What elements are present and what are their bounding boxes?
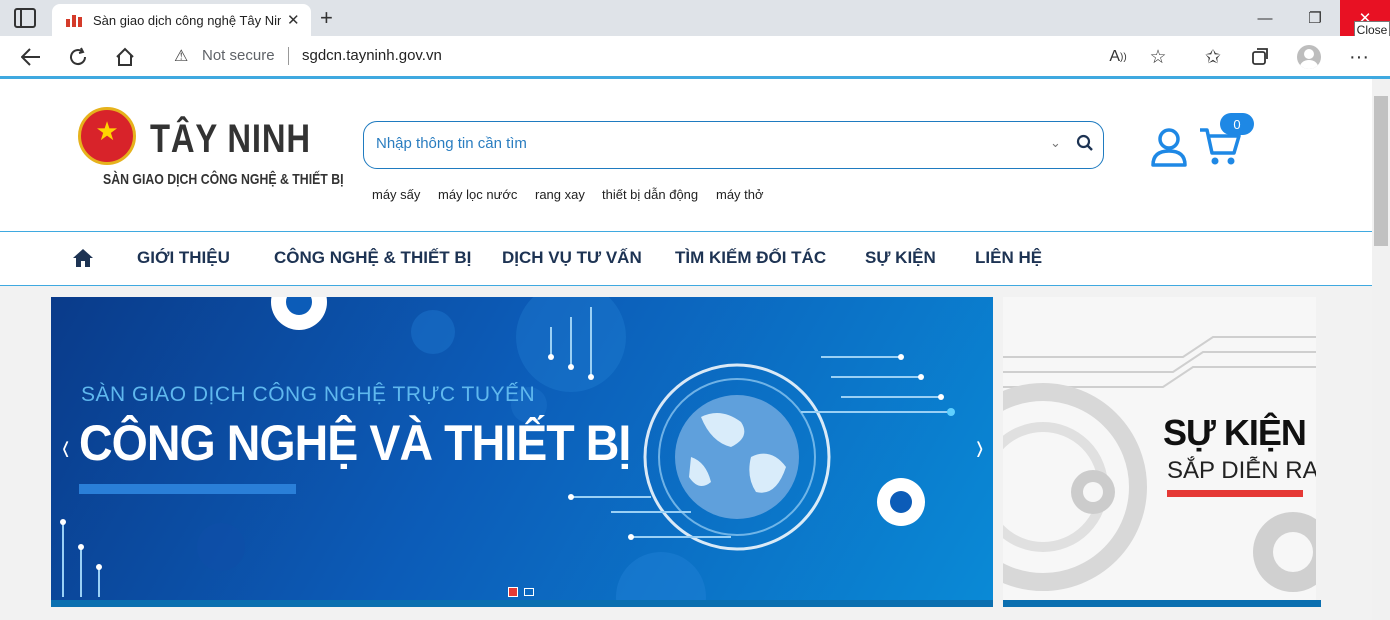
page-viewport: ★ TÂY NINH SÀN GIAO DỊCH CÔNG NGHỆ & THI… [0, 79, 1372, 620]
nav-item-about[interactable]: GIỚI THIỆU [137, 248, 230, 268]
side-banner-red-line [1167, 490, 1303, 497]
maximize-icon[interactable]: ❐ [1290, 0, 1340, 36]
logo-title[interactable]: TÂY NINH [150, 117, 311, 162]
favorites-icon[interactable]: ✩ [1200, 44, 1226, 70]
keyword-link[interactable]: máy sấy [372, 187, 420, 202]
main-content: SÀN GIAO DỊCH CÔNG NGHỆ TRỰC TUYẾN CÔNG … [0, 286, 1372, 620]
tab-title: Sàn giao dịch công nghệ Tây Ninh [93, 12, 281, 28]
carousel-prev-button[interactable]: ‹ [62, 425, 69, 470]
profile-avatar-icon[interactable] [1296, 44, 1322, 70]
back-arrow-icon[interactable] [18, 44, 44, 70]
banner-bottom-bar [51, 600, 993, 607]
more-options-icon[interactable]: ··· [1346, 44, 1372, 70]
refresh-icon[interactable] [65, 44, 91, 70]
nav-item-partners[interactable]: TÌM KIẾM ĐỐI TÁC [675, 248, 826, 268]
carousel-dot[interactable] [524, 588, 534, 596]
url-text[interactable]: sgdcn.tayninh.gov.vn [302, 47, 442, 64]
browser-tab[interactable]: Sàn giao dịch công nghệ Tây Ninh ✕ [52, 4, 311, 36]
site-favicon-icon [66, 13, 84, 27]
keyword-link[interactable]: máy thở [716, 187, 764, 202]
nav-item-events[interactable]: SỰ KIỆN [865, 248, 936, 268]
events-side-banner[interactable]: SỰ KIỆN SẮP DIỄN RA [1003, 297, 1316, 601]
search-box[interactable]: ⌄ [363, 121, 1104, 169]
nav-item-contact[interactable]: LIÊN HỆ [975, 248, 1042, 268]
tab-actions-icon-bar [20, 10, 22, 26]
side-banner-subtitle: SẮP DIỄN RA [1167, 457, 1316, 484]
warning-triangle-icon[interactable]: ⚠ [174, 46, 188, 66]
carousel-next-button[interactable]: › [976, 425, 983, 470]
address-bar[interactable]: ⚠ Not secure sgdcn.tayninh.gov.vn [156, 39, 1181, 73]
keyword-link[interactable]: máy lọc nước [438, 187, 517, 202]
national-emblem-icon[interactable]: ★ [78, 107, 136, 165]
site-header: ★ TÂY NINH SÀN GIAO DỊCH CÔNG NGHỆ & THI… [0, 79, 1372, 231]
keyword-link[interactable]: rang xay [535, 187, 585, 202]
main-navigation: GIỚI THIỆU CÔNG NGHỆ & THIẾT BỊ DỊCH VỤ … [0, 231, 1372, 286]
banner-title: CÔNG NGHỆ VÀ THIẾT BỊ [79, 415, 631, 471]
security-status[interactable]: Not secure [202, 47, 275, 64]
nav-item-consulting[interactable]: DỊCH VỤ TƯ VẤN [502, 248, 642, 268]
banner-underline [79, 484, 296, 494]
search-input[interactable] [376, 135, 1026, 152]
search-icon[interactable] [1076, 134, 1094, 157]
scrollbar-thumb[interactable] [1374, 96, 1388, 246]
hero-banner[interactable]: SÀN GIAO DỊCH CÔNG NGHỆ TRỰC TUYẾN CÔNG … [51, 297, 993, 607]
side-banner-title: SỰ KIỆN [1163, 412, 1307, 453]
cart-count-badge[interactable]: 0 [1220, 113, 1254, 135]
collections-icon[interactable] [1247, 44, 1273, 70]
address-separator [288, 47, 289, 65]
minimize-icon[interactable]: — [1240, 0, 1290, 36]
tab-close-icon[interactable]: ✕ [287, 11, 300, 29]
home-icon[interactable] [72, 248, 94, 273]
logo-subtitle[interactable]: SÀN GIAO DỊCH CÔNG NGHỆ & THIẾT BỊ [103, 171, 344, 188]
user-account-icon[interactable] [1150, 127, 1188, 172]
tab-actions-icon[interactable] [14, 8, 36, 28]
banner-subtitle: SÀN GIAO DỊCH CÔNG NGHỆ TRỰC TUYẾN [81, 383, 536, 406]
read-aloud-icon[interactable]: A)) [1105, 44, 1131, 70]
add-favorite-icon[interactable]: ☆ [1145, 44, 1171, 70]
side-banner-bottom-bar [1003, 600, 1321, 607]
home-icon[interactable] [112, 44, 138, 70]
keyword-link[interactable]: thiết bị dẫn động [602, 187, 698, 202]
new-tab-icon[interactable]: + [320, 5, 333, 31]
carousel-dot-active[interactable] [508, 587, 518, 597]
nav-item-technology[interactable]: CÔNG NGHỆ & THIẾT BỊ [274, 248, 471, 268]
chevron-down-icon[interactable]: ⌄ [1050, 135, 1061, 151]
